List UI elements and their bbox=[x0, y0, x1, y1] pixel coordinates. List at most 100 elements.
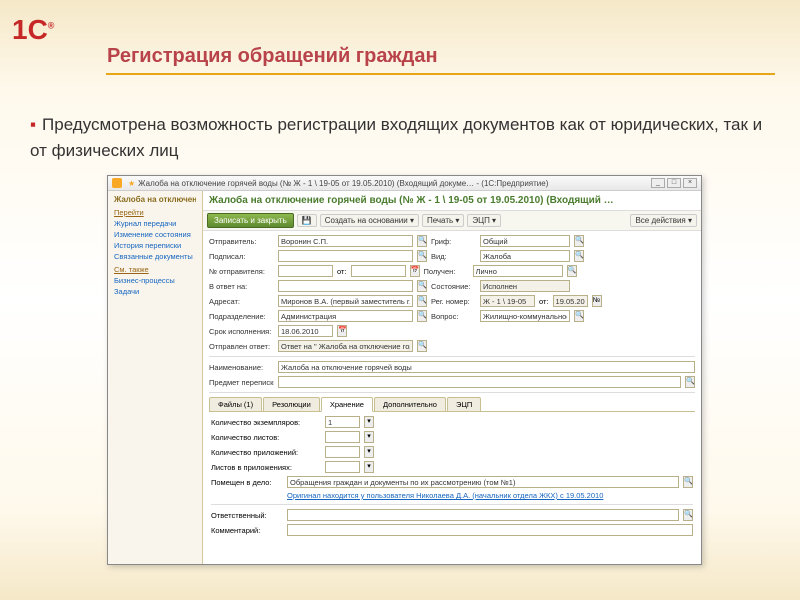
subject-input[interactable] bbox=[278, 376, 681, 388]
responsible-label: Ответственный: bbox=[211, 511, 283, 520]
lookup-icon[interactable]: 🔍 bbox=[574, 250, 584, 262]
numsender-input[interactable] bbox=[278, 265, 333, 277]
sidebar-link[interactable]: Бизнес-процессы bbox=[114, 276, 196, 285]
sidebar-link[interactable]: История переписки bbox=[114, 241, 196, 250]
dept-input[interactable] bbox=[278, 310, 413, 322]
sidebar: Жалоба на отключен… Перейти Журнал перед… bbox=[108, 191, 203, 564]
regnum-label: Рег. номер: bbox=[431, 297, 476, 306]
replyto-input[interactable] bbox=[278, 280, 413, 292]
numsender-label: № отправителя: bbox=[209, 267, 274, 276]
lookup-icon[interactable]: 🔍 bbox=[574, 235, 584, 247]
replysent-label: Отправлен ответ: bbox=[209, 342, 274, 351]
tab-additional[interactable]: Дополнительно bbox=[374, 397, 446, 411]
addressee-input[interactable] bbox=[278, 295, 413, 307]
regdate-input bbox=[553, 295, 588, 307]
sheets-input[interactable] bbox=[325, 431, 360, 443]
comment-input[interactable] bbox=[287, 524, 693, 536]
ot-label: от: bbox=[337, 267, 347, 276]
stepper-icon[interactable]: ▾ bbox=[364, 416, 374, 428]
sidebar-doc-label: Жалоба на отключен… bbox=[114, 195, 196, 204]
copies-input[interactable] bbox=[325, 416, 360, 428]
sidebar-link[interactable]: Связанные документы bbox=[114, 252, 196, 261]
attach-label: Количество приложений: bbox=[211, 448, 321, 457]
vid-input[interactable] bbox=[480, 250, 570, 262]
responsible-input[interactable] bbox=[287, 509, 679, 521]
calendar-icon[interactable]: 📅 bbox=[337, 325, 347, 337]
logo: 1С® bbox=[12, 10, 72, 50]
all-actions-button[interactable]: Все действия ▾ bbox=[630, 214, 697, 227]
toolbar: Записать и закрыть 💾 Создать на основани… bbox=[203, 210, 701, 231]
original-location-link[interactable]: Оригинал находится у пользователя Никола… bbox=[287, 491, 603, 500]
sidebar-section-goto: Перейти bbox=[114, 208, 196, 217]
subject-label: Предмет переписки: bbox=[209, 378, 274, 387]
app-window: ★ Жалоба на отключение горячей воды (№ Ж… bbox=[107, 175, 702, 565]
document-title: Жалоба на отключение горячей воды (№ Ж -… bbox=[203, 191, 701, 210]
sidebar-link[interactable]: Задачи bbox=[114, 287, 196, 296]
comment-label: Комментарий: bbox=[211, 526, 283, 535]
lookup-icon[interactable]: 🔍 bbox=[417, 235, 427, 247]
ot-date-input[interactable] bbox=[351, 265, 406, 277]
regdate-label: от: bbox=[539, 297, 549, 306]
lookup-icon[interactable]: 🔍 bbox=[417, 250, 427, 262]
app-icon bbox=[112, 178, 122, 188]
received-input[interactable] bbox=[473, 265, 563, 277]
star-icon[interactable]: ★ bbox=[128, 179, 135, 188]
lookup-icon[interactable]: 🔍 bbox=[417, 310, 427, 322]
close-button[interactable]: × bbox=[683, 178, 697, 188]
sheets-label: Количество листов: bbox=[211, 433, 321, 442]
copies-label: Количество экземпляров: bbox=[211, 418, 321, 427]
addressee-label: Адресат: bbox=[209, 297, 274, 306]
tab-resolutions[interactable]: Резолюции bbox=[263, 397, 320, 411]
question-input[interactable] bbox=[480, 310, 570, 322]
tabs: Файлы (1) Резолюции Хранение Дополнитель… bbox=[209, 397, 695, 412]
grif-input[interactable] bbox=[480, 235, 570, 247]
lookup-icon[interactable]: 🔍 bbox=[683, 476, 693, 488]
bullet-icon: ▪ bbox=[30, 115, 36, 134]
tab-storage[interactable]: Хранение bbox=[321, 397, 373, 412]
lookup-icon[interactable]: 🔍 bbox=[685, 376, 695, 388]
calendar-icon[interactable]: 📅 bbox=[410, 265, 420, 277]
regnum-button[interactable]: № bbox=[592, 295, 602, 307]
received-label: Получен: bbox=[424, 267, 469, 276]
sidebar-link[interactable]: Изменение состояния bbox=[114, 230, 196, 239]
signed-label: Подписал: bbox=[209, 252, 274, 261]
lookup-icon[interactable]: 🔍 bbox=[683, 509, 693, 521]
case-input[interactable] bbox=[287, 476, 679, 488]
signed-input[interactable] bbox=[278, 250, 413, 262]
lookup-icon[interactable]: 🔍 bbox=[574, 310, 584, 322]
tab-ecp[interactable]: ЭЦП bbox=[447, 397, 481, 411]
slide-title: Регистрация обращений граждан bbox=[107, 45, 438, 68]
lookup-icon[interactable]: 🔍 bbox=[417, 340, 427, 352]
case-label: Помещен в дело: bbox=[211, 478, 283, 487]
create-based-button[interactable]: Создать на основании ▾ bbox=[320, 214, 419, 227]
attachsheets-input[interactable] bbox=[325, 461, 360, 473]
logo-text: 1С® bbox=[12, 14, 54, 46]
name-input[interactable] bbox=[278, 361, 695, 373]
stepper-icon[interactable]: ▾ bbox=[364, 431, 374, 443]
attach-input[interactable] bbox=[325, 446, 360, 458]
main-panel: Жалоба на отключение горячей воды (№ Ж -… bbox=[203, 191, 701, 564]
max-button[interactable]: □ bbox=[667, 178, 681, 188]
name-label: Наименование: bbox=[209, 363, 274, 372]
replyto-label: В ответ на: bbox=[209, 282, 274, 291]
save-button[interactable]: 💾 bbox=[297, 214, 317, 227]
sidebar-link[interactable]: Журнал передачи bbox=[114, 219, 196, 228]
ecp-button[interactable]: ЭЦП ▾ bbox=[467, 214, 501, 227]
stepper-icon[interactable]: ▾ bbox=[364, 446, 374, 458]
deadline-label: Срок исполнения: bbox=[209, 327, 274, 336]
lookup-icon[interactable]: 🔍 bbox=[567, 265, 577, 277]
attachsheets-label: Листов в приложениях: bbox=[211, 463, 321, 472]
deadline-input[interactable] bbox=[278, 325, 333, 337]
save-close-button[interactable]: Записать и закрыть bbox=[207, 213, 294, 228]
tab-files[interactable]: Файлы (1) bbox=[209, 397, 262, 411]
print-button[interactable]: Печать ▾ bbox=[422, 214, 464, 227]
sender-input[interactable] bbox=[278, 235, 413, 247]
status-label: Состояние: bbox=[431, 282, 476, 291]
dept-label: Подразделение: bbox=[209, 312, 274, 321]
lookup-icon[interactable]: 🔍 bbox=[417, 295, 427, 307]
status-input bbox=[480, 280, 570, 292]
lookup-icon[interactable]: 🔍 bbox=[417, 280, 427, 292]
stepper-icon[interactable]: ▾ bbox=[364, 461, 374, 473]
min-button[interactable]: _ bbox=[651, 178, 665, 188]
slide-paragraph: ▪Предусмотрена возможность регистрации в… bbox=[30, 112, 770, 163]
